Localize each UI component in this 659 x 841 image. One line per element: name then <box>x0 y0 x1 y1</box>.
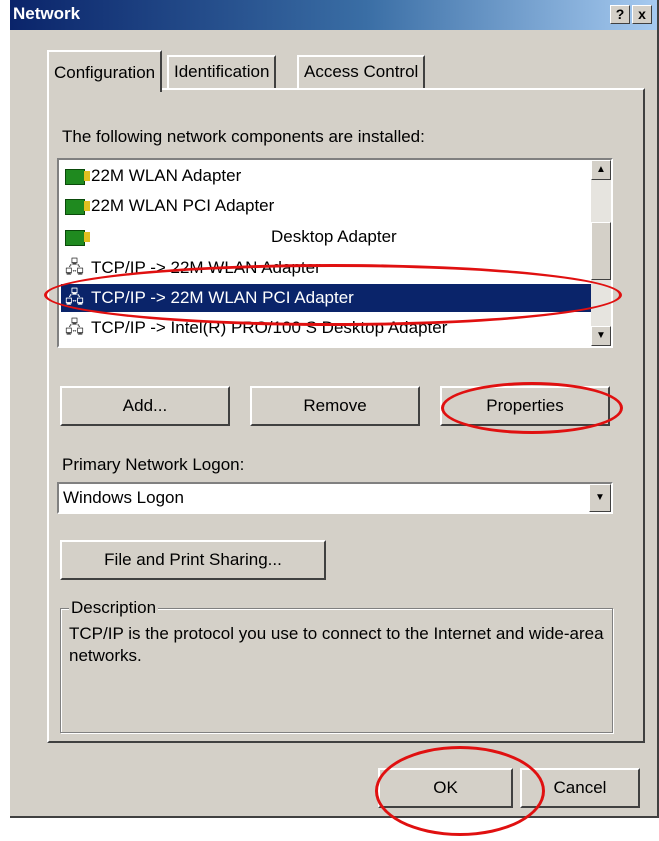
network-adapter-icon <box>65 199 90 215</box>
tab-access-control[interactable]: Access Control <box>297 55 426 89</box>
scroll-thumb[interactable] <box>591 222 611 280</box>
list-item[interactable]: Desktop Adapter <box>61 223 591 251</box>
file-print-sharing-button[interactable]: File and Print Sharing... <box>60 540 326 580</box>
description-title: Description <box>69 598 159 618</box>
scroll-up-button[interactable]: ▲ <box>591 160 611 180</box>
network-adapter-icon <box>65 230 90 246</box>
properties-button[interactable]: Properties <box>440 386 610 426</box>
close-button[interactable]: x <box>632 5 652 24</box>
components-label: The following network components are ins… <box>62 127 425 146</box>
ok-button[interactable]: OK <box>378 768 513 808</box>
tab-identification[interactable]: Identification <box>167 55 277 89</box>
tab-identification-label: Identification <box>174 62 270 81</box>
list-item[interactable]: 🖧 TCP/IP -> Intel(R) PRO/100 S Desktop A… <box>61 314 591 342</box>
list-item-selected[interactable]: 🖧 TCP/IP -> 22M WLAN PCI Adapter <box>61 284 591 312</box>
list-item[interactable]: 22M WLAN Adapter <box>61 162 591 190</box>
title-bar[interactable]: Network ? x <box>10 0 657 30</box>
add-button[interactable]: Add... <box>60 386 230 426</box>
tab-configuration[interactable]: Configuration <box>47 50 163 92</box>
primary-logon-label: Primary Network Logon: <box>62 455 245 474</box>
help-button[interactable]: ? <box>610 5 630 24</box>
tab-access-control-label: Access Control <box>304 62 419 81</box>
components-list[interactable]: 22M WLAN Adapter 22M WLAN PCI Adapter De… <box>57 158 613 348</box>
chevron-down-icon[interactable]: ▼ <box>589 484 611 512</box>
primary-logon-select[interactable]: Windows Logon ▼ <box>57 482 613 514</box>
protocol-icon: 🖧 <box>65 318 84 337</box>
cancel-button[interactable]: Cancel <box>520 768 640 808</box>
description-group: Description TCP/IP is the protocol you u… <box>60 598 613 733</box>
protocol-icon: 🖧 <box>65 288 84 307</box>
list-item[interactable]: 🖧 TCP/IP -> 22M WLAN Adapter <box>61 254 591 282</box>
protocol-icon: 🖧 <box>65 258 84 277</box>
scroll-down-button[interactable]: ▼ <box>591 326 611 346</box>
primary-logon-value: Windows Logon <box>63 488 184 507</box>
description-text: TCP/IP is the protocol you use to connec… <box>69 624 604 665</box>
window-title: Network <box>13 4 81 23</box>
list-scrollbar[interactable]: ▲ ▼ <box>591 160 611 346</box>
remove-button[interactable]: Remove <box>250 386 420 426</box>
list-item[interactable]: 22M WLAN PCI Adapter <box>61 192 591 220</box>
network-adapter-icon <box>65 169 90 185</box>
tab-configuration-label: Configuration <box>54 63 156 82</box>
